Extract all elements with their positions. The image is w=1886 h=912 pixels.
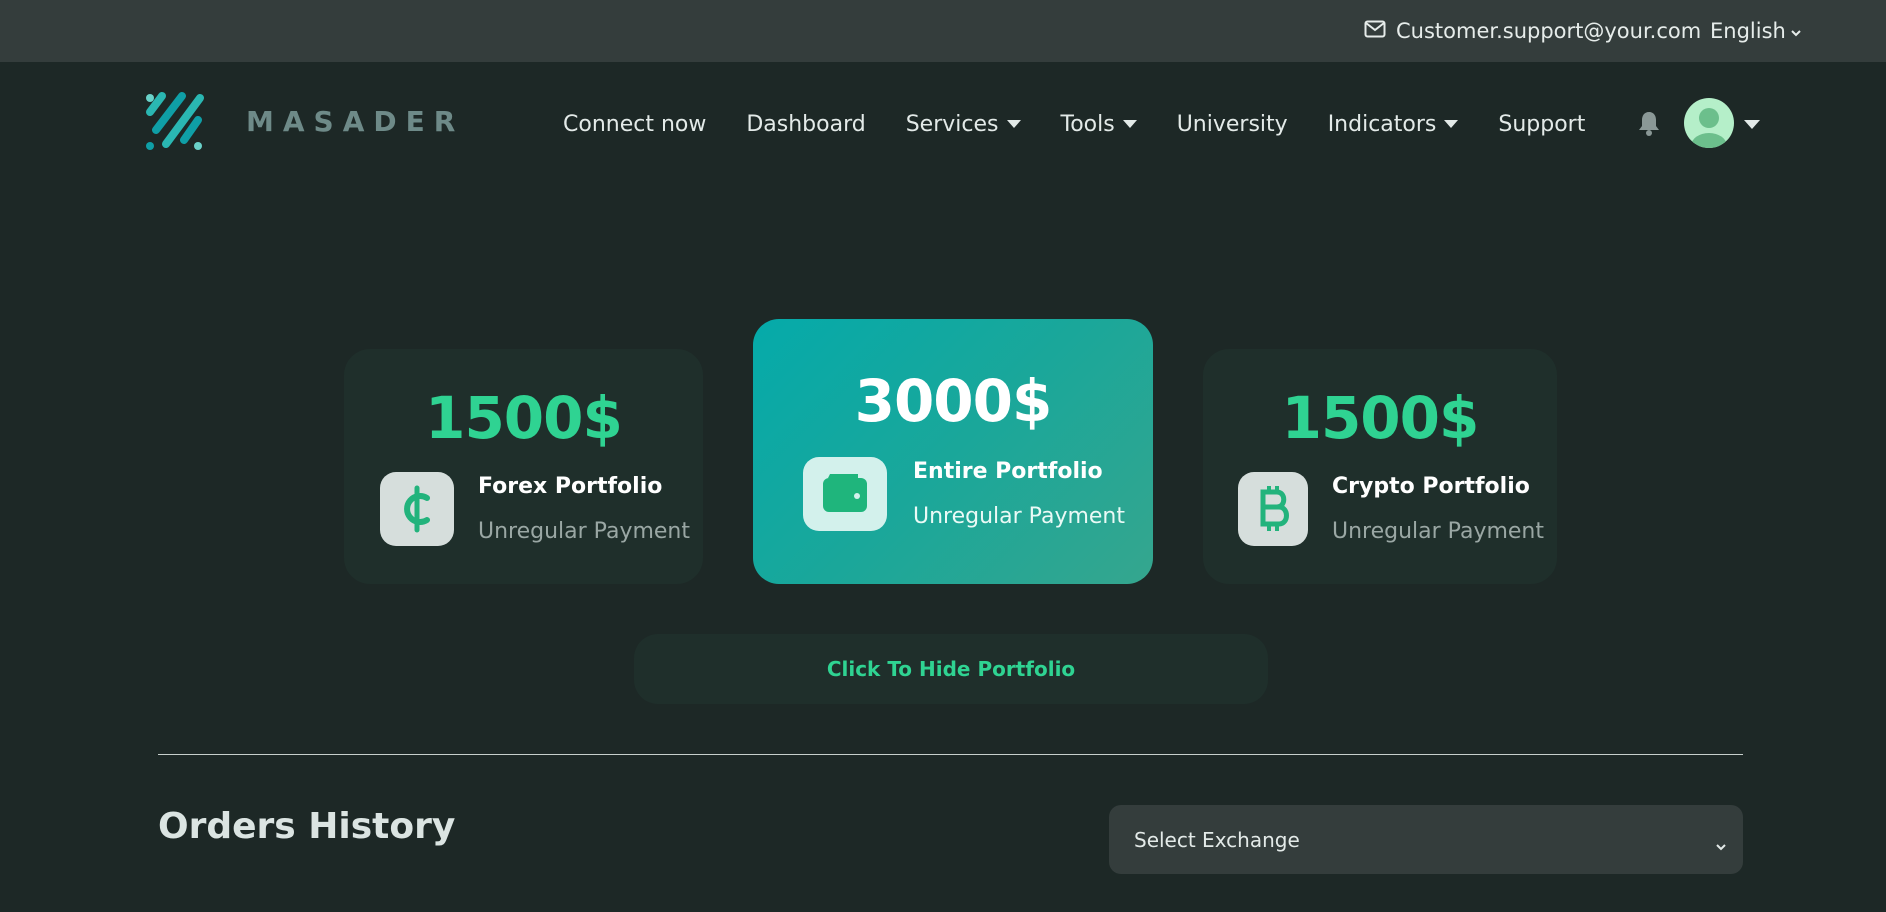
orders-history-title: Orders History — [158, 806, 456, 847]
nav-label: Connect now — [563, 111, 707, 137]
crypto-amount: 1500$ — [1281, 384, 1480, 452]
nav-label: Support — [1498, 111, 1586, 137]
chevron-down-icon — [1790, 19, 1802, 43]
exchange-select[interactable]: Select Exchange — [1109, 805, 1743, 874]
avatar-dropdown-caret-icon[interactable] — [1744, 120, 1760, 129]
nav-label: Services — [905, 111, 999, 137]
entire-portfolio-card[interactable]: 3000$ Entire Portfolio Unregular Payment — [753, 319, 1153, 584]
nav-label: Indicators — [1327, 111, 1437, 137]
nav-label: University — [1176, 111, 1288, 137]
nav-item-dashboard[interactable]: Dashboard — [746, 112, 865, 137]
nav-item-support[interactable]: Support — [1498, 112, 1585, 137]
entire-title: Entire Portfolio — [913, 459, 1103, 484]
language-label: English — [1710, 19, 1786, 43]
chevron-down-icon — [1715, 833, 1727, 857]
envelope-icon — [1364, 19, 1386, 43]
nav-item-indicators[interactable]: Indicators — [1328, 112, 1459, 137]
cedi-icon — [380, 472, 454, 546]
crypto-title: Crypto Portfolio — [1332, 474, 1530, 499]
support-email-link[interactable]: Customer.support@your.com — [1364, 17, 1701, 45]
brand-logo[interactable] — [142, 90, 206, 158]
crypto-portfolio-card[interactable]: 1500$ Crypto Portfolio Unregular Payment — [1203, 349, 1557, 584]
divider — [158, 754, 1743, 755]
caret-down-icon — [1006, 120, 1021, 128]
user-avatar-icon[interactable] — [1684, 98, 1734, 148]
caret-down-icon — [1122, 120, 1137, 128]
brand-name: MASADER — [246, 105, 465, 138]
nav-item-tools[interactable]: Tools — [1061, 112, 1137, 137]
language-selector[interactable]: English — [1710, 17, 1802, 45]
hide-portfolio-button[interactable]: Click To Hide Portfolio — [634, 634, 1268, 704]
forex-title: Forex Portfolio — [478, 474, 663, 499]
forex-portfolio-card[interactable]: 1500$ Forex Portfolio Unregular Payment — [344, 349, 703, 584]
nav-item-connect-now[interactable]: Connect now — [563, 112, 706, 137]
bitcoin-icon — [1238, 472, 1308, 546]
forex-amount: 1500$ — [425, 384, 623, 452]
crypto-subtitle: Unregular Payment — [1332, 519, 1544, 544]
nav-label: Dashboard — [746, 111, 866, 137]
nav-item-university[interactable]: University — [1177, 112, 1288, 137]
masader-logo-icon — [142, 90, 206, 158]
entire-amount: 3000$ — [854, 367, 1053, 435]
nav-item-services[interactable]: Services — [906, 112, 1021, 137]
exchange-select-value: Select Exchange — [1134, 827, 1300, 852]
entire-subtitle: Unregular Payment — [913, 504, 1125, 529]
main-nav: Connect now Dashboard Services Tools Uni… — [563, 108, 1585, 140]
support-email-text: Customer.support@your.com — [1396, 19, 1702, 43]
bell-icon[interactable] — [1637, 110, 1661, 140]
forex-subtitle: Unregular Payment — [478, 519, 690, 544]
caret-down-icon — [1444, 120, 1459, 128]
nav-label: Tools — [1060, 111, 1115, 137]
top-bar: Customer.support@your.com English — [0, 0, 1886, 62]
wallet-icon — [803, 457, 887, 531]
